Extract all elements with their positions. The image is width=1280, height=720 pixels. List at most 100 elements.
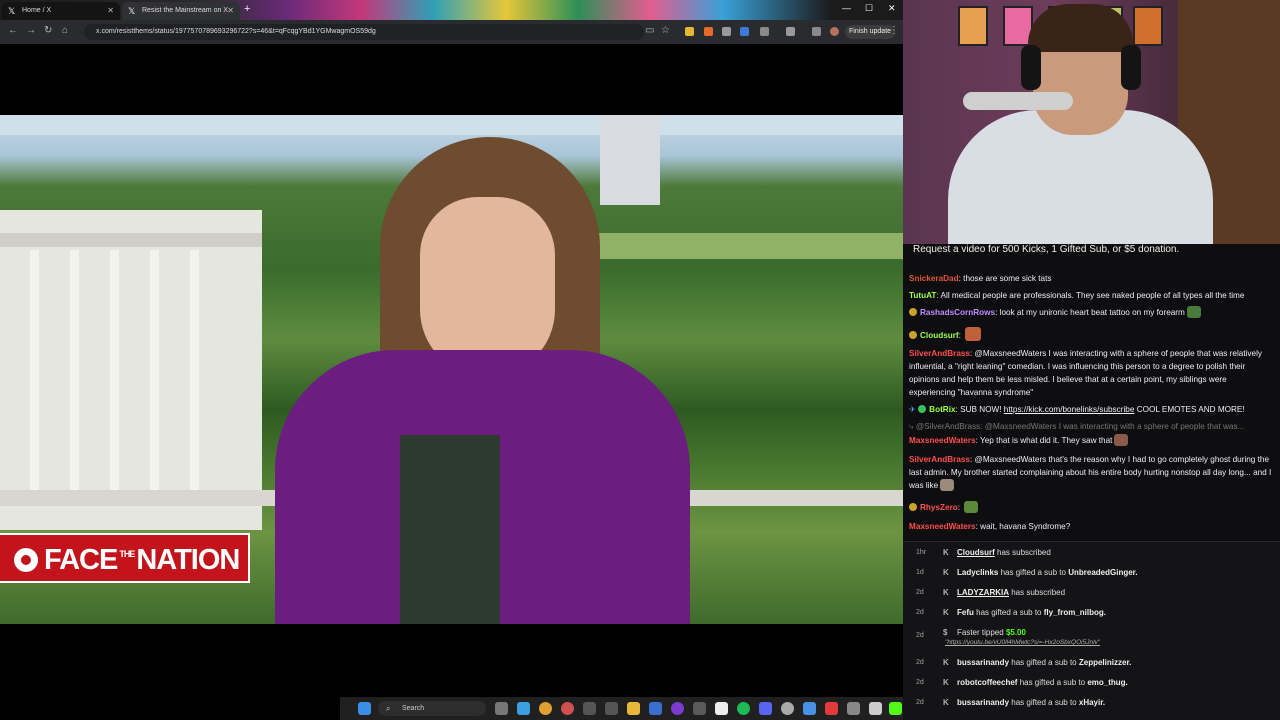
chat-username[interactable]: RashadsCornRows [920,308,995,317]
headphones-icon [1121,45,1141,90]
file-explorer-icon[interactable] [627,702,640,715]
app-icon[interactable] [605,702,618,715]
chat-username[interactable]: MaxsneedWaters [909,436,976,445]
minimize-icon[interactable]: — [842,3,851,13]
cbs-eye-icon [14,548,38,572]
finish-update-button[interactable]: Finish update [845,25,896,39]
event-user[interactable]: robotcoffeechef [957,678,1017,687]
app-icon[interactable] [847,702,860,715]
chat-username[interactable]: TutuAT [909,291,936,300]
search-icon: ⌕ [386,704,391,713]
kick-icon[interactable] [889,702,902,715]
windows-start-icon[interactable] [358,702,371,715]
chat-username[interactable]: Cloudsurf [920,331,959,340]
reply-preview: ⤷ @SilverAndBrass: @MaxsneedWaters I was… [909,420,1275,433]
spotify-icon[interactable] [737,702,750,715]
tab-title: Home / X [22,7,52,14]
chat-message: MaxsneedWaters: Yep that is what did it.… [909,434,1275,447]
chat-message: RashadsCornRows: look at my unironic hea… [909,306,1275,319]
app-icon[interactable] [693,702,706,715]
extension-icon[interactable] [685,27,694,36]
chat-text: those are some sick tats [963,274,1052,283]
new-tab-icon[interactable]: + [244,3,250,15]
tab-home-x[interactable]: 𝕏 Home / X ✕ [2,2,120,20]
chat-username[interactable]: BotRix [929,405,955,414]
task-view-icon[interactable] [495,702,508,715]
kick-icon: K [943,698,949,707]
install-icon[interactable]: ▭ [645,25,654,36]
app-icon[interactable] [715,702,728,715]
chat-username[interactable]: SilverAndBrass [909,349,970,358]
chrome-icon[interactable] [539,702,552,715]
chat-username[interactable]: RhysZero [920,503,958,512]
chat-text: look at my unironic heart beat tattoo on… [999,308,1185,317]
reload-icon[interactable]: ↻ [44,25,52,36]
forward-icon[interactable]: → [26,25,36,36]
app-icon[interactable] [781,702,794,715]
event-user[interactable]: Cloudsurf [957,548,995,557]
edge-icon[interactable] [517,702,530,715]
menu-dots-icon[interactable]: ⋮ [889,25,899,36]
event-row: 2d K bussarinandy has gifted a sub to xH… [903,693,1280,713]
event-user[interactable]: LADYZARKIA [957,588,1009,597]
logo-word-face: FACE [44,544,118,576]
event-user[interactable]: Faster [957,628,980,637]
app-icon[interactable] [671,702,684,715]
chat-text: SUB NOW! [960,405,1002,414]
tab-strip: 𝕏 Home / X ✕ 𝕏 Resist the Mainstream on … [0,0,903,20]
event-user[interactable]: bussarinandy [957,658,1009,667]
steam-icon[interactable] [649,702,662,715]
video-player[interactable]: FACE THENATION [0,115,903,624]
extension-icon[interactable] [740,27,749,36]
extension-icon[interactable] [722,27,731,36]
app-icon[interactable] [803,702,816,715]
event-user[interactable]: Fefu [957,608,974,617]
close-tab-icon[interactable]: ✕ [107,2,114,20]
tab-resist-mainstream[interactable]: 𝕏 Resist the Mainstream on X ✕ [122,2,240,20]
event-target[interactable]: UnbreadedGinger. [1068,568,1137,577]
column [150,250,159,490]
chrome-profile-icon[interactable] [561,702,574,715]
event-action: has subscribed [1011,588,1066,597]
extensions-puzzle-icon[interactable] [760,27,769,36]
app-icon[interactable] [759,702,772,715]
subscribe-link[interactable]: https://kick.com/bonelinks/subscribe [1004,405,1135,414]
extension-icon[interactable] [812,27,821,36]
tip-note-link[interactable]: "https://youtu.be/vU0ll4hMwtc?si=-Hx2oSb… [945,639,1100,646]
app-icon[interactable] [825,702,838,715]
kick-icon: K [943,678,949,687]
back-icon[interactable]: ← [8,25,18,36]
profile-avatar[interactable] [830,27,839,36]
extension-icon[interactable] [704,27,713,36]
sidebar-icon[interactable] [786,27,795,36]
close-window-icon[interactable]: ✕ [888,3,896,14]
event-user[interactable]: bussarinandy [957,698,1009,707]
chat-username[interactable]: MaxsneedWaters [909,522,976,531]
close-tab-icon[interactable]: ✕ [227,2,234,20]
app-icon[interactable] [869,702,882,715]
event-target[interactable]: fly_from_nilbog. [1044,608,1106,617]
event-action: has gifted a sub to [1019,678,1086,687]
bookmark-star-icon[interactable]: ☆ [661,25,670,36]
logo-word-the: THE [119,549,135,559]
event-target[interactable]: emo_thug. [1087,678,1127,687]
reply-icon: ⤷ [909,422,914,431]
chat-username[interactable]: SnickeraDad [909,274,959,283]
event-user[interactable]: Ladyclinks [957,568,998,577]
app-icon[interactable] [583,702,596,715]
url-field[interactable]: x.com/resistthems/status/197757078969329… [84,24,644,40]
taskbar-search[interactable]: ⌕ Search [378,701,486,716]
kick-icon: K [943,658,949,667]
event-target[interactable]: Zeppelinizzer. [1079,658,1131,667]
kick-icon: K [943,588,949,597]
column [70,250,79,490]
home-icon[interactable]: ⌂ [62,25,68,36]
tip-amount: $5.00 [1005,628,1026,637]
event-target[interactable]: xHayir. [1079,698,1105,707]
webcam-feed [903,0,1280,244]
chat-username[interactable]: SilverAndBrass [909,455,970,464]
maximize-icon[interactable]: ☐ [865,3,873,14]
tip-icon: $ [943,628,948,637]
badge-icon [909,331,917,339]
chat-message: Cloudsurf: [909,327,1275,342]
